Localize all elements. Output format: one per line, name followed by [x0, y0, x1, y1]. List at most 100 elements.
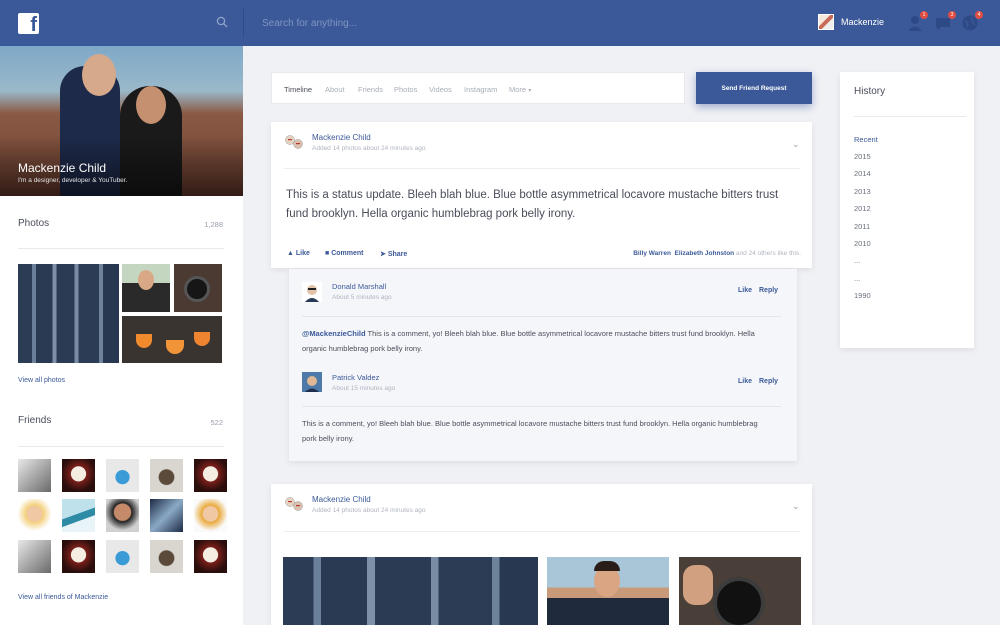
likers-suffix: and 24 others like this.: [735, 250, 801, 257]
comment-reply-button[interactable]: Reply: [759, 287, 778, 294]
history-item-2014[interactable]: 2014: [854, 169, 871, 178]
comment-mention[interactable]: @MackenzieChild: [302, 329, 366, 338]
post-author[interactable]: Mackenzie Child: [312, 495, 371, 504]
notifications-globe-icon[interactable]: 4: [961, 11, 983, 32]
send-friend-request-button[interactable]: Send Friend Request: [696, 72, 812, 104]
post-photo[interactable]: [283, 557, 538, 625]
friend-avatar[interactable]: [62, 459, 95, 492]
friends-divider: [18, 446, 224, 447]
tab-instagram[interactable]: Instagram: [464, 85, 497, 94]
friend-avatar[interactable]: [150, 459, 183, 492]
photo-thumbnail[interactable]: [18, 264, 119, 363]
user-name[interactable]: Mackenzie: [841, 17, 884, 27]
likers-summary: Billy Warren Elizabeth Johnston and 24 o…: [633, 250, 801, 257]
friend-avatar[interactable]: [194, 540, 227, 573]
friend-avatar[interactable]: [150, 540, 183, 573]
friend-avatar[interactable]: [106, 540, 139, 573]
profile-name: Mackenzie Child: [18, 161, 107, 175]
friend-requests-icon[interactable]: 1: [906, 11, 928, 32]
post-options-chevron-icon[interactable]: ⌄: [792, 501, 800, 512]
messages-badge: 3: [948, 11, 956, 19]
author-avatar-icon[interactable]: [284, 133, 304, 151]
friend-avatar[interactable]: [62, 499, 95, 532]
search-input[interactable]: [262, 13, 562, 33]
comment-button-label: Comment: [331, 250, 364, 257]
friend-avatar[interactable]: [194, 499, 227, 532]
commenter-name[interactable]: Donald Marshall: [332, 282, 386, 291]
history-item-2013[interactable]: 2013: [854, 187, 871, 196]
facebook-logo-icon[interactable]: f: [18, 13, 39, 34]
friend-avatar[interactable]: [106, 499, 139, 532]
friend-avatar[interactable]: [18, 540, 51, 573]
like-button[interactable]: ▲ Like: [287, 250, 310, 257]
friend-avatar[interactable]: [18, 459, 51, 492]
photo-thumbnail[interactable]: [174, 264, 222, 312]
photos-count: 1,288: [204, 220, 223, 229]
tab-friends[interactable]: Friends: [358, 85, 383, 94]
friends-count: 522: [210, 418, 223, 427]
comment-time: About 5 minutes ago: [332, 294, 392, 301]
comment-like-button[interactable]: Like: [738, 287, 752, 294]
history-item-ellipsis[interactable]: ...: [854, 256, 860, 265]
photos-divider: [18, 248, 224, 249]
post-meta: Added 14 photos about 24 minutes ago: [312, 507, 426, 514]
liker-name[interactable]: Elizabeth Johnston: [675, 250, 735, 257]
friend-requests-badge: 1: [920, 11, 928, 19]
history-item-2011[interactable]: 2011: [854, 222, 870, 231]
commenter-name[interactable]: Patrick Valdez: [332, 373, 379, 382]
post-text: This is a status update. Bleeh blah blue…: [286, 189, 779, 220]
tab-photos[interactable]: Photos: [394, 85, 417, 94]
comment-like-button[interactable]: Like: [738, 378, 752, 385]
tab-about[interactable]: About: [325, 85, 345, 94]
post-photo[interactable]: [547, 557, 669, 625]
cover-photo[interactable]: Mackenzie Child I'm a designer, develope…: [0, 46, 243, 196]
history-item-recent[interactable]: Recent: [854, 135, 878, 144]
comment-divider: [302, 316, 781, 317]
liker-name[interactable]: Billy Warren: [633, 250, 671, 257]
commenter-avatar-icon[interactable]: [302, 372, 322, 392]
photos-heading: Photos: [18, 218, 50, 229]
history-item-1990[interactable]: 1990: [854, 291, 871, 300]
friend-avatar[interactable]: [150, 499, 183, 532]
user-avatar[interactable]: [818, 14, 834, 30]
profile-bio: I'm a designer, developer & YouTuber.: [18, 177, 128, 184]
share-button[interactable]: ➤ Share: [380, 250, 407, 258]
messages-icon[interactable]: 3: [934, 11, 956, 32]
commenter-avatar-icon[interactable]: [302, 282, 322, 302]
share-button-label: Share: [387, 251, 408, 258]
tab-timeline[interactable]: Timeline: [284, 85, 312, 94]
post-meta: Added 14 photos about 24 minutes ago: [312, 145, 426, 152]
friend-avatar[interactable]: [106, 459, 139, 492]
chevron-down-icon: ▾: [528, 88, 532, 94]
history-item-2015[interactable]: 2015: [854, 152, 871, 161]
photo-thumbnail[interactable]: [122, 316, 222, 363]
author-avatar-icon[interactable]: [284, 495, 304, 513]
search-icon[interactable]: [216, 16, 228, 28]
friend-avatar[interactable]: [18, 499, 51, 532]
post-divider: [284, 531, 800, 532]
history-item-2010[interactable]: 2010: [854, 239, 871, 248]
tab-videos[interactable]: Videos: [429, 85, 452, 94]
thumbs-up-icon: ▲: [287, 250, 294, 257]
top-bar: f Mackenzie 1 3 4: [0, 0, 1000, 46]
view-all-friends-link[interactable]: View all friends of Mackenzie: [18, 594, 108, 601]
history-item-ellipsis[interactable]: ...: [854, 274, 860, 283]
topbar-divider: [243, 9, 244, 37]
share-icon: ➤: [380, 251, 386, 258]
comment-text: This is a comment, yo! Bleeh blah blue. …: [302, 419, 758, 443]
comment-button[interactable]: ■ Comment: [325, 250, 363, 257]
post-author[interactable]: Mackenzie Child: [312, 133, 371, 142]
post-options-chevron-icon[interactable]: ⌄: [792, 139, 800, 150]
photo-thumbnail[interactable]: [122, 264, 170, 312]
history-panel: History Recent 2015 2014 2013 2012 2011 …: [840, 72, 974, 348]
tab-more[interactable]: More ▾: [509, 85, 531, 94]
history-item-2012[interactable]: 2012: [854, 204, 871, 213]
friend-avatar[interactable]: [62, 540, 95, 573]
tab-more-label: More: [509, 85, 527, 94]
friend-avatar[interactable]: [194, 459, 227, 492]
view-all-photos-link[interactable]: View all photos: [18, 377, 65, 384]
comment-time: About 15 minutes ago: [332, 385, 396, 392]
comment-reply-button[interactable]: Reply: [759, 378, 778, 385]
post-photo[interactable]: [679, 557, 801, 625]
comment-icon: ■: [325, 250, 330, 257]
